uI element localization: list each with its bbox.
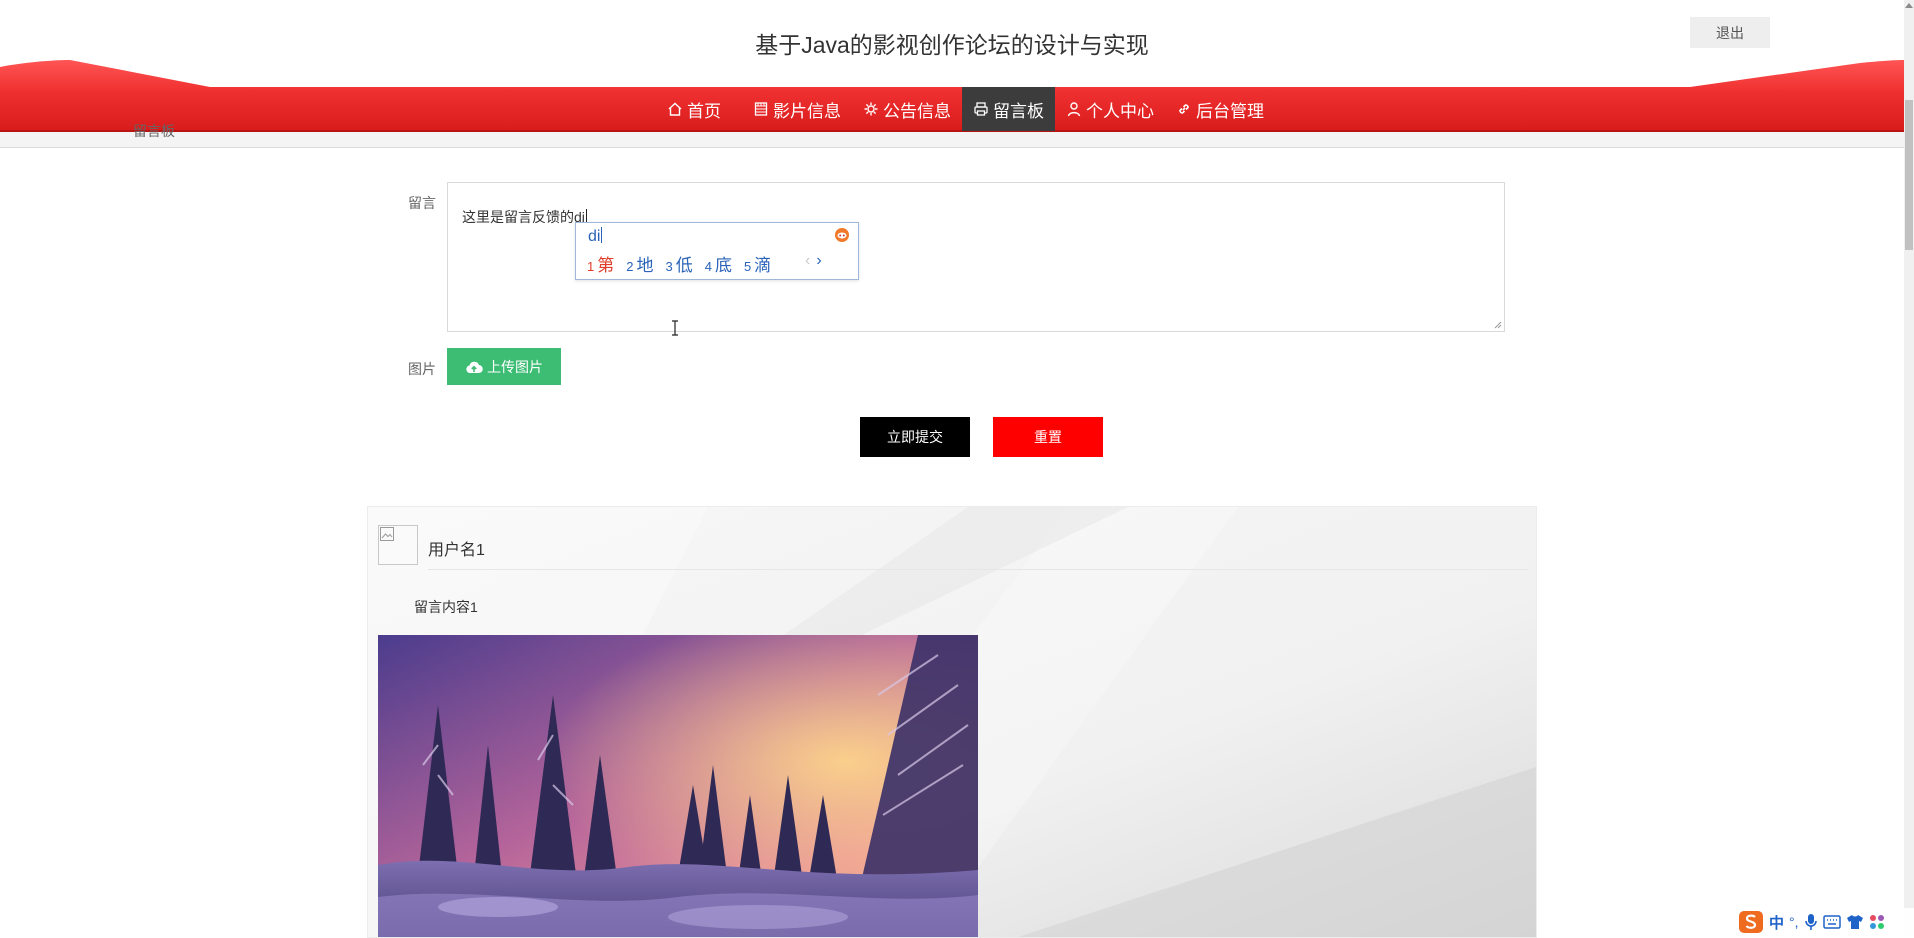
- keyboard-icon[interactable]: [1822, 915, 1841, 929]
- printer-icon: [974, 102, 988, 116]
- ime-candidate-popup: di 1第 2地 3低 4底 5滴 ‹ ›: [575, 222, 859, 280]
- toolbox-grid-icon[interactable]: [1869, 914, 1885, 930]
- nav-label-personal-center: 个人中心: [1086, 101, 1154, 121]
- ime-next-page[interactable]: ›: [816, 252, 821, 269]
- divider: [428, 569, 1528, 570]
- reset-button[interactable]: 重置: [993, 417, 1103, 457]
- film-icon: [754, 102, 768, 116]
- nav-label-message-board: 留言板: [993, 101, 1044, 121]
- main-nav: 首页 影片信息 公告信息 留言板 个人中心 后台管理: [656, 87, 1275, 131]
- scroll-thumb[interactable]: [1905, 100, 1913, 250]
- ime-page-arrows: ‹ ›: [805, 252, 822, 270]
- broken-image-icon: [380, 527, 394, 541]
- image-label: 图片: [408, 361, 436, 377]
- nav-item-personal-center[interactable]: 个人中心: [1055, 87, 1165, 131]
- ime-input-text: di: [588, 227, 603, 245]
- ime-status-bar: 中 °,: [1738, 908, 1914, 936]
- nav-item-admin[interactable]: 后台管理: [1165, 87, 1275, 131]
- microphone-icon[interactable]: [1804, 913, 1818, 931]
- message-image: [378, 635, 978, 937]
- ime-punctuation[interactable]: °,: [1789, 914, 1799, 930]
- message-label: 留言: [408, 195, 436, 211]
- nav-label-films: 影片信息: [773, 101, 841, 121]
- message-card: 用户名1 留言内容1: [367, 506, 1537, 938]
- nav-item-home[interactable]: 首页: [656, 87, 732, 131]
- cloud-upload-icon: [466, 361, 483, 373]
- ime-candidate[interactable]: 1第: [587, 251, 614, 276]
- message-text: 这里是留言反馈的di: [462, 209, 587, 225]
- ime-candidate[interactable]: 5滴: [744, 251, 771, 276]
- user-icon: [1067, 102, 1081, 117]
- upload-label: 上传图片: [487, 358, 543, 375]
- nav-label-admin: 后台管理: [1196, 101, 1264, 121]
- link-icon: [1179, 104, 1189, 114]
- avatar: [378, 525, 418, 565]
- page-scrollbar[interactable]: [1904, 0, 1914, 936]
- nav-item-films[interactable]: 影片信息: [742, 87, 852, 131]
- scroll-up-icon[interactable]: [1905, 2, 1913, 8]
- home-icon: [668, 102, 682, 116]
- ime-candidate[interactable]: 2地: [626, 251, 653, 276]
- sogou-logo-icon: [835, 228, 849, 242]
- username: 用户名1: [428, 542, 485, 559]
- nav-label-home: 首页: [687, 101, 721, 121]
- resize-grip-icon[interactable]: [1493, 320, 1502, 329]
- nav-item-announcements[interactable]: 公告信息: [852, 87, 962, 131]
- skin-shirt-icon[interactable]: [1846, 914, 1864, 930]
- ime-mode-chinese[interactable]: 中: [1769, 912, 1784, 933]
- gear-icon: [864, 102, 878, 116]
- ime-candidates: 1第 2地 3低 4底 5滴: [587, 251, 771, 276]
- upload-image-button[interactable]: 上传图片: [447, 348, 561, 385]
- ibeam-cursor-icon: [672, 320, 678, 336]
- ime-candidate[interactable]: 4底: [705, 251, 732, 276]
- nav-label-announcements: 公告信息: [883, 101, 951, 121]
- ime-prev-page[interactable]: ‹: [805, 252, 810, 269]
- submit-button[interactable]: 立即提交: [860, 417, 970, 457]
- breadcrumb-bar: 留言板: [0, 124, 1904, 148]
- breadcrumb: 留言板: [133, 123, 175, 139]
- sogou-s-icon[interactable]: [1738, 910, 1764, 934]
- message-content: 留言内容1: [414, 599, 478, 615]
- nav-item-message-board[interactable]: 留言板: [962, 87, 1055, 131]
- logout-button[interactable]: 退出: [1690, 17, 1770, 48]
- site-title: 基于Java的影视创作论坛的设计与实现: [755, 32, 1149, 58]
- ime-candidate[interactable]: 3低: [665, 251, 692, 276]
